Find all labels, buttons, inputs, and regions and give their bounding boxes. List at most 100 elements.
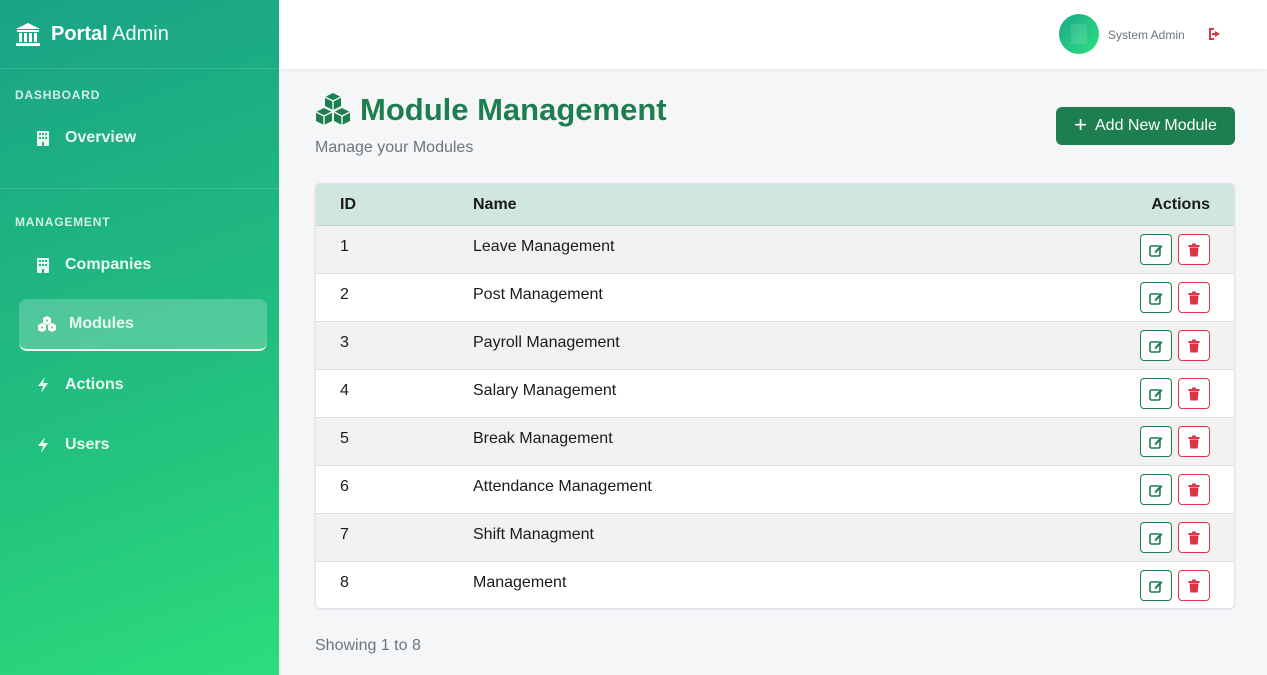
edit-icon	[1149, 244, 1163, 257]
edit-icon	[1149, 292, 1163, 305]
edit-icon	[1149, 388, 1163, 401]
sidebar-item-label: Actions	[65, 376, 124, 393]
bolt-icon	[35, 437, 51, 453]
delete-button[interactable]	[1178, 570, 1210, 601]
delete-button[interactable]	[1178, 378, 1210, 409]
cell-name: Break Management	[473, 430, 613, 447]
trash-icon	[1188, 531, 1200, 544]
trash-icon	[1188, 483, 1200, 496]
row-actions	[1140, 426, 1210, 457]
cell-id: 4	[340, 382, 349, 399]
edit-button[interactable]	[1140, 474, 1172, 505]
cell-name: Management	[473, 574, 567, 591]
cell-id: 8	[340, 574, 349, 591]
trash-icon	[1188, 387, 1200, 400]
table-row: 3 Payroll Management	[316, 322, 1234, 370]
edit-icon	[1149, 580, 1163, 593]
modules-table: ID Name Actions 1 Leave Management 2 Post M…	[315, 183, 1235, 609]
cell-name: Payroll Management	[473, 334, 620, 351]
table-row: 4 Salary Management	[316, 370, 1234, 418]
edit-button[interactable]	[1140, 330, 1172, 361]
edit-icon	[1149, 340, 1163, 353]
page-title-text: Module Management	[360, 92, 667, 127]
cell-name: Shift Managment	[473, 526, 594, 543]
cell-id: 7	[340, 526, 349, 543]
edit-icon	[1149, 484, 1163, 497]
edit-button[interactable]	[1140, 282, 1172, 313]
table-row: 7 Shift Managment	[316, 514, 1234, 562]
table-row: 1 Leave Management	[316, 226, 1234, 274]
building-icon	[35, 130, 51, 146]
cell-id: 1	[340, 238, 349, 255]
edit-button[interactable]	[1140, 426, 1172, 457]
trash-icon	[1188, 435, 1200, 448]
row-actions	[1140, 378, 1210, 409]
column-header-id: ID	[340, 195, 356, 213]
page-subtitle: Manage your Modules	[315, 139, 474, 156]
sidebar-item-overview[interactable]: Overview	[19, 112, 267, 164]
delete-button[interactable]	[1178, 330, 1210, 361]
bolt-icon	[35, 377, 51, 393]
cell-id: 5	[340, 430, 349, 447]
row-actions	[1140, 474, 1210, 505]
edit-button[interactable]	[1140, 570, 1172, 601]
row-actions	[1140, 234, 1210, 265]
row-actions	[1140, 522, 1210, 553]
sidebar-item-label: Overview	[65, 129, 137, 146]
plus-icon: +	[1074, 112, 1087, 137]
add-new-module-button[interactable]: + Add New Module	[1056, 107, 1235, 145]
edit-icon	[1149, 436, 1163, 449]
user-name: System Admin	[1108, 28, 1185, 42]
sidebar-item-label: Companies	[65, 256, 152, 273]
cell-id: 6	[340, 478, 349, 495]
brand[interactable]: Portal Admin	[0, 0, 279, 69]
delete-button[interactable]	[1178, 522, 1210, 553]
edit-button[interactable]	[1140, 378, 1172, 409]
trash-icon	[1188, 243, 1200, 256]
table-row: 2 Post Management	[316, 274, 1234, 322]
sidebar-item-actions[interactable]: Actions	[19, 359, 267, 411]
trash-icon	[1188, 291, 1200, 304]
sidebar-item-label: Users	[65, 436, 110, 453]
sidebar: Portal Admin DASHBOARD Overview MANAGEME…	[0, 0, 279, 675]
delete-button[interactable]	[1178, 426, 1210, 457]
trash-icon	[1188, 579, 1200, 592]
section-label-dashboard: DASHBOARD	[15, 88, 101, 102]
building-icon	[35, 257, 51, 273]
sidebar-item-users[interactable]: Users	[19, 419, 267, 471]
bank-icon	[16, 23, 40, 46]
sign-out-icon[interactable]	[1207, 26, 1223, 42]
edit-button[interactable]	[1140, 234, 1172, 265]
sidebar-item-modules[interactable]: Modules	[19, 299, 267, 351]
sidebar-item-companies[interactable]: Companies	[19, 239, 267, 291]
trash-icon	[1188, 339, 1200, 352]
column-header-name: Name	[473, 195, 517, 213]
cubes-icon	[37, 316, 57, 332]
table-row: 6 Attendance Management	[316, 466, 1234, 514]
cubes-icon	[315, 93, 351, 125]
table-body: 1 Leave Management 2 Post Management 3 Payrol…	[316, 226, 1234, 608]
avatar[interactable]	[1059, 14, 1099, 54]
page-title: Module Management	[315, 92, 667, 128]
column-header-actions: Actions	[1151, 195, 1210, 213]
delete-button[interactable]	[1178, 474, 1210, 505]
cell-id: 2	[340, 286, 349, 303]
row-actions	[1140, 330, 1210, 361]
delete-button[interactable]	[1178, 282, 1210, 313]
brand-name-bold: Portal	[51, 22, 108, 45]
cell-name: Salary Management	[473, 382, 617, 399]
cell-name: Leave Management	[473, 238, 615, 255]
table-header: ID Name Actions	[316, 184, 1234, 226]
brand-name-light: Admin	[107, 22, 169, 45]
cell-name: Attendance Management	[473, 478, 652, 495]
sidebar-divider	[0, 188, 279, 189]
section-label-management: MANAGEMENT	[15, 215, 111, 229]
row-actions	[1140, 282, 1210, 313]
cell-name: Post Management	[473, 286, 603, 303]
edit-button[interactable]	[1140, 522, 1172, 553]
row-actions	[1140, 570, 1210, 601]
pagination-info: Showing 1 to 8	[315, 637, 421, 654]
add-new-module-label: Add New Module	[1095, 117, 1217, 134]
delete-button[interactable]	[1178, 234, 1210, 265]
edit-icon	[1149, 532, 1163, 545]
